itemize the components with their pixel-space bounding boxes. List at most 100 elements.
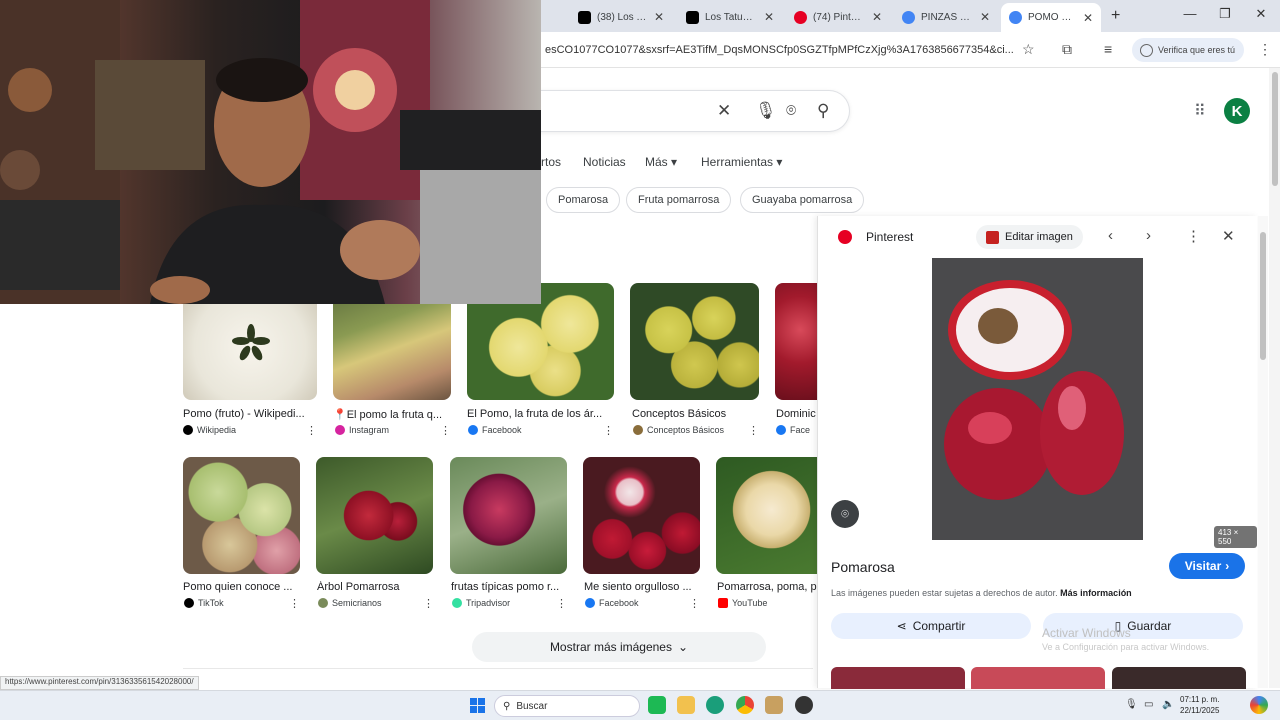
close-icon[interactable]: ✕ <box>764 10 774 24</box>
tab-herramientas[interactable]: Herramientas ▾ <box>701 155 782 169</box>
tab-noticias[interactable]: Noticias <box>583 155 626 169</box>
green-app-icon[interactable] <box>648 696 666 714</box>
result-source[interactable]: Facebook <box>468 425 588 435</box>
result-caption[interactable]: Árbol Pomarrosa <box>317 581 432 593</box>
more-options-icon[interactable]: ⋮ <box>556 597 567 610</box>
share-button[interactable]: ⋖ Compartir <box>831 613 1031 639</box>
more-options-icon[interactable]: ⋮ <box>440 424 451 437</box>
clock[interactable]: 07:11 p. m. 22/11/2025 <box>1180 694 1219 716</box>
related-image[interactable] <box>1112 667 1246 689</box>
chip-guayaba-pomarrosa[interactable]: Guayaba pomarrosa <box>740 187 865 213</box>
result-source[interactable]: Facebook <box>585 598 685 608</box>
network-icon[interactable]: ▭ <box>1144 699 1153 710</box>
extensions-icon[interactable]: ⧉ <box>1062 41 1072 58</box>
volume-icon[interactable]: 🔈 <box>1162 699 1174 710</box>
result-source[interactable]: Tripadvisor <box>452 598 552 608</box>
related-image[interactable] <box>831 667 965 689</box>
chevron-left-icon[interactable]: ‹ <box>1108 227 1113 244</box>
lens-search-icon[interactable]: ⌾ <box>831 500 859 528</box>
more-options-icon[interactable]: ⋮ <box>689 597 700 610</box>
close-icon[interactable]: ✕ <box>980 10 990 24</box>
result-source[interactable]: TikTok <box>184 598 284 608</box>
windows-start-icon[interactable] <box>470 698 485 713</box>
visit-button[interactable]: Visitar › <box>1169 553 1245 579</box>
browser-tab-2[interactable]: Los Tatuadores ✕ <box>678 5 782 29</box>
search-input[interactable]: ✕ 🎙 ⌾ ⚲ <box>510 90 850 132</box>
bookmark-star-icon[interactable]: ☆ <box>1022 41 1035 58</box>
result-source[interactable]: Wikipedia <box>183 425 303 435</box>
mic-icon[interactable]: 🎙 <box>1125 699 1138 710</box>
more-info-link[interactable]: Más información <box>1060 588 1132 598</box>
chevron-right-icon[interactable]: › <box>1146 227 1151 244</box>
browser-tab-1[interactable]: (38) Los Tatuad ✕ <box>570 5 672 29</box>
result-image[interactable] <box>583 457 700 574</box>
result-source[interactable]: YouTube <box>718 598 817 608</box>
preview-image[interactable] <box>932 258 1143 540</box>
edit-image-button[interactable]: Editar imagen <box>976 225 1083 249</box>
result-caption[interactable]: El Pomo, la fruta de los ár... <box>467 408 613 420</box>
more-options-icon[interactable]: ⋮ <box>306 424 317 437</box>
more-options-icon[interactable]: ⋮ <box>748 424 759 437</box>
more-options-icon[interactable]: ⋮ <box>603 424 614 437</box>
related-image[interactable] <box>971 667 1105 689</box>
app-icon-dark[interactable] <box>795 696 813 714</box>
close-icon[interactable]: ✕ <box>1222 227 1235 245</box>
more-options-icon[interactable]: ⋮ <box>1186 227 1201 245</box>
address-bar[interactable]: esCO1077CO1077&sxsrf=AE3TifM_DqsMONSCfp0… <box>545 44 1015 56</box>
browser-tab-3[interactable]: (74) Pinterest ✕ <box>786 5 890 29</box>
result-caption[interactable]: Dominic <box>776 408 817 420</box>
more-options-icon[interactable]: ⋮ <box>289 597 300 610</box>
chrome-icon[interactable] <box>736 696 754 714</box>
tab-partial[interactable]: rtos <box>541 155 561 169</box>
panel-title[interactable]: Pomarosa <box>831 559 895 575</box>
result-caption[interactable]: frutas típicas pomo r... <box>451 581 566 593</box>
tab-mas[interactable]: Más ▾ <box>645 155 677 169</box>
search-icon[interactable]: ⚲ <box>817 101 829 121</box>
chip-fruta-pomarrosa[interactable]: Fruta pomarrosa <box>626 187 732 213</box>
result-source[interactable]: Conceptos Básicos <box>633 425 743 435</box>
close-window-icon[interactable]: ✕ <box>1246 6 1276 22</box>
result-image[interactable] <box>775 283 817 400</box>
verify-identity-button[interactable]: Verifica que eres tú <box>1132 38 1244 62</box>
result-caption[interactable]: 📍El pomo la fruta q... <box>333 408 451 421</box>
result-source[interactable]: Face <box>776 425 817 435</box>
media-control-icon[interactable]: ≡ <box>1104 41 1112 57</box>
new-tab-button[interactable]: + <box>1111 7 1120 25</box>
edge-icon[interactable] <box>706 696 724 714</box>
close-icon[interactable]: ✕ <box>1083 11 1093 25</box>
result-image[interactable] <box>450 457 567 574</box>
clear-icon[interactable]: ✕ <box>717 101 731 121</box>
result-caption[interactable]: Me siento orgulloso ... <box>584 581 699 593</box>
avatar[interactable]: K <box>1224 98 1250 124</box>
menu-kebab-icon[interactable]: ⋮ <box>1258 41 1272 58</box>
copilot-icon[interactable] <box>1250 696 1268 714</box>
minimize-icon[interactable]: — <box>1175 6 1205 21</box>
close-icon[interactable]: ✕ <box>654 10 664 24</box>
microphone-icon[interactable]: 🎙 <box>755 101 777 121</box>
taskbar-search[interactable]: ⚲ Buscar <box>494 695 640 717</box>
show-more-images-button[interactable]: Mostrar más imágenes ⌄ <box>472 632 766 662</box>
page-scroll-thumb[interactable] <box>1272 72 1278 186</box>
close-icon[interactable]: ✕ <box>872 10 882 24</box>
result-image[interactable] <box>183 457 300 574</box>
google-apps-icon[interactable]: ⠿ <box>1194 101 1206 121</box>
result-caption[interactable]: Pomo quien conoce ... <box>183 581 298 593</box>
result-image[interactable] <box>716 457 817 574</box>
maximize-icon[interactable]: ❐ <box>1210 6 1240 22</box>
panel-scroll-thumb[interactable] <box>1260 232 1266 360</box>
lens-icon[interactable]: ⌾ <box>786 101 796 121</box>
browser-tab-5[interactable]: POMO FRUTA ✕ <box>1001 3 1101 32</box>
file-explorer-icon[interactable] <box>677 696 695 714</box>
chip-pomarosa[interactable]: Pomarosa <box>546 187 621 213</box>
result-source[interactable]: Semicrianos <box>318 598 418 608</box>
result-caption[interactable]: Pomarrosa, poma, p <box>717 581 817 593</box>
result-source[interactable]: Instagram <box>335 425 435 435</box>
more-options-icon[interactable]: ⋮ <box>423 597 434 610</box>
app-icon[interactable] <box>765 696 783 714</box>
panel-source[interactable]: Pinterest <box>866 230 913 244</box>
result-caption[interactable]: Pomo (fruto) - Wikipedi... <box>183 408 313 420</box>
browser-tab-4[interactable]: PINZAS PARA ✕ <box>894 5 998 29</box>
result-caption[interactable]: Conceptos Básicos <box>632 408 757 420</box>
result-image[interactable] <box>316 457 433 574</box>
result-image[interactable] <box>630 283 759 400</box>
